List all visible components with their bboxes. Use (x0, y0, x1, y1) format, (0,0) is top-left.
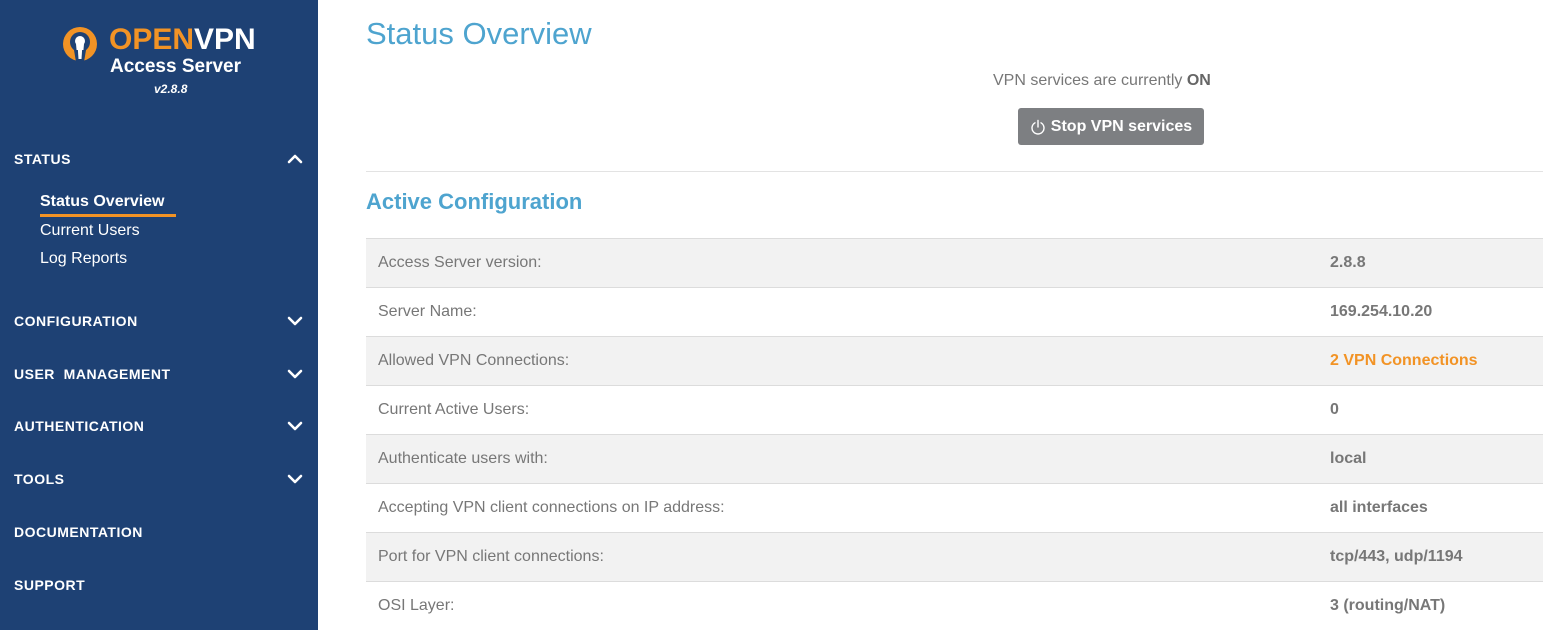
table-row: Accepting VPN client connections on IP a… (366, 483, 1543, 532)
nav-item-status-overview[interactable]: Status Overview (40, 193, 165, 211)
nav-section-label: AUTHENTICATION (14, 418, 145, 434)
row-label: Port for VPN client connections: (378, 548, 604, 565)
nav-section-documentation[interactable]: DOCUMENTATION (14, 520, 304, 544)
nav-section-label: SUPPORT (14, 577, 86, 593)
vpn-connections-link[interactable]: 2 VPN Connections (1330, 352, 1478, 370)
nav-item-current-users[interactable]: Current Users (40, 222, 140, 240)
row-value: 0 (1330, 401, 1339, 418)
sidebar: OPENVPN Access Server v2.8.8 STATUS Stat… (0, 0, 318, 630)
power-icon (1031, 119, 1045, 135)
nav-section-label: CONFIGURATION (14, 313, 138, 329)
nav-section-support[interactable]: SUPPORT (14, 573, 304, 597)
chevron-down-icon (287, 421, 303, 431)
chevron-up-icon (287, 154, 303, 164)
row-label: Server Name: (378, 303, 477, 320)
nav-item-log-reports[interactable]: Log Reports (40, 250, 127, 268)
stop-vpn-services-label: Stop VPN services (1050, 117, 1193, 135)
nav-section-label: TOOLS (14, 471, 65, 487)
chevron-down-icon (287, 369, 303, 379)
row-value: 169.254.10.20 (1330, 303, 1433, 320)
stop-vpn-services-button[interactable]: Stop VPN services (1018, 108, 1204, 145)
table-row: Allowed VPN Connections: 2 VPN Connectio… (366, 336, 1543, 385)
row-label: Current Active Users: (378, 401, 530, 418)
nav-section-label: DOCUMENTATION (14, 524, 143, 540)
row-value: all interfaces (1330, 499, 1428, 516)
row-label: Authenticate users with: (378, 450, 548, 467)
table-row: Current Active Users: 0 (366, 385, 1543, 434)
vpn-status-value: ON (1186, 72, 1211, 89)
nav-section-user-management[interactable]: USER MANAGEMENT (14, 362, 304, 386)
nav-section-tools[interactable]: TOOLS (14, 467, 304, 491)
section-title-active-configuration: Active Configuration (366, 189, 583, 214)
row-value: 2.8.8 (1330, 254, 1366, 271)
nav-section-authentication[interactable]: AUTHENTICATION (14, 414, 304, 438)
main-content: Status Overview VPN services are current… (366, 0, 1543, 630)
chevron-down-icon (287, 474, 303, 484)
table-row: Access Server version: 2.8.8 (366, 238, 1543, 287)
table-row: Port for VPN client connections: tcp/443… (366, 532, 1543, 581)
row-value: tcp/443, udp/1194 (1330, 548, 1463, 565)
nav-section-configuration[interactable]: CONFIGURATION (14, 309, 304, 333)
config-table: Access Server version: 2.8.8 Server Name… (366, 238, 1543, 630)
row-label: Accepting VPN client connections on IP a… (378, 499, 725, 516)
nav-section-label: STATUS (14, 151, 71, 167)
page-title: Status Overview (366, 16, 592, 51)
vpn-status-text: VPN services are currently (993, 72, 1187, 89)
table-row: Authenticate users with: local (366, 434, 1543, 483)
row-label: OSI Layer: (378, 597, 455, 614)
openvpn-keyhole-icon (63, 27, 97, 62)
row-label: Allowed VPN Connections: (378, 352, 570, 369)
divider (366, 171, 1543, 172)
active-item-underline (40, 214, 176, 217)
nav-section-label: USER MANAGEMENT (14, 366, 171, 382)
chevron-down-icon (287, 316, 303, 326)
table-row: OSI Layer: 3 (routing/NAT) (366, 581, 1543, 630)
product-version: v2.8.8 (154, 82, 188, 96)
logo-wordmark: OPENVPN (109, 23, 256, 56)
nav-section-status[interactable]: STATUS (14, 147, 304, 171)
row-value: 3 (routing/NAT) (1330, 597, 1446, 614)
row-label: Access Server version: (378, 254, 542, 271)
row-value: local (1330, 450, 1367, 467)
product-name: Access Server (110, 56, 241, 77)
openvpn-logo[interactable]: OPENVPN Access Server v2.8.8 (62, 24, 262, 100)
table-row: Server Name: 169.254.10.20 (366, 287, 1543, 336)
